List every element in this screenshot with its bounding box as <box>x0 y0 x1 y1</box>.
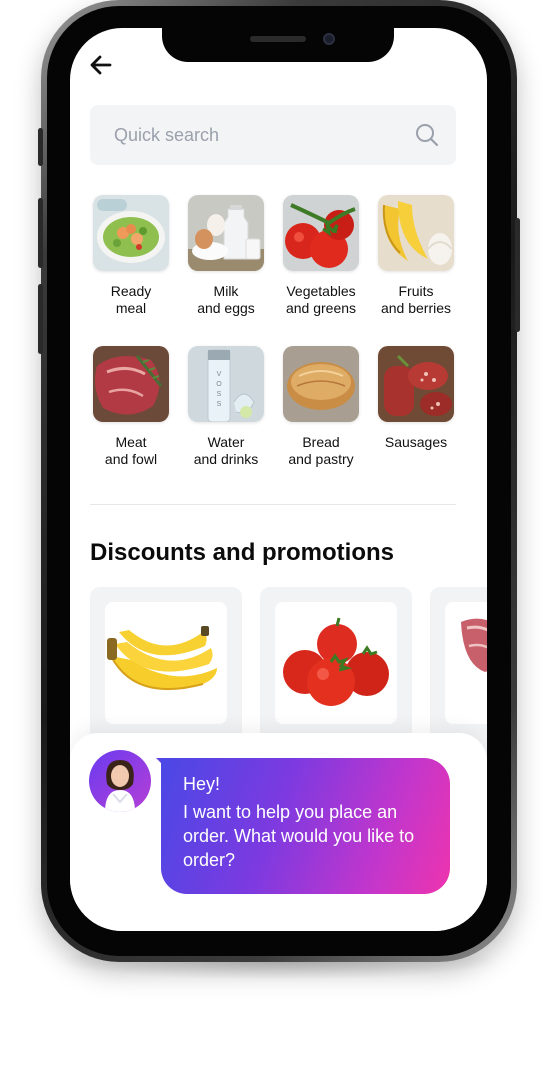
milk-eggs-image <box>188 195 264 271</box>
assistant-message-text: I want to help you place an order. What … <box>183 802 415 870</box>
salami-image <box>378 346 454 422</box>
category-meat[interactable]: Meat and fowl <box>88 346 174 468</box>
camera-icon <box>323 33 335 45</box>
salad-bowl-image <box>93 195 169 271</box>
raw-meat-image <box>93 346 169 422</box>
category-label: Milk and eggs <box>197 283 255 316</box>
category-label: Meat and fowl <box>104 434 158 467</box>
assistant-message-bubble: Hey! I want to help you place an order. … <box>161 758 450 894</box>
meat-image <box>445 602 487 724</box>
svg-text:V: V <box>217 371 222 378</box>
bread-loaf-image <box>283 346 359 422</box>
back-button[interactable] <box>88 52 114 78</box>
search-bar[interactable] <box>90 105 456 165</box>
category-label: Bread and pastry <box>288 434 354 467</box>
svg-text:O: O <box>216 381 222 388</box>
promo-card[interactable] <box>430 587 487 757</box>
category-bread[interactable]: Bread and pastry <box>278 346 364 468</box>
bananas-image <box>105 602 227 724</box>
category-ready-meal[interactable]: Ready meal <box>88 195 174 317</box>
category-fruits[interactable]: Fruits and berries <box>373 195 459 317</box>
tomatoes-image <box>275 602 397 724</box>
search-input[interactable] <box>114 105 404 165</box>
category-sausages[interactable]: Sausages <box>373 346 459 451</box>
app-screen: Ready meal Milk and eggs <box>70 28 487 931</box>
bananas-image <box>378 195 454 271</box>
search-icon[interactable] <box>414 122 440 148</box>
category-label: Vegetables and greens <box>285 283 357 316</box>
speaker-grille <box>250 36 306 42</box>
volume-down-button <box>38 284 43 354</box>
category-vegetables[interactable]: Vegetables and greens <box>278 195 364 317</box>
tomatoes-image <box>283 195 359 271</box>
arrow-left-icon <box>90 55 112 75</box>
assistant-avatar[interactable] <box>89 750 151 812</box>
category-water[interactable]: V O S S Water and drinks <box>183 346 269 468</box>
category-label: Sausages <box>384 434 448 450</box>
volume-up-button <box>38 198 43 268</box>
water-bottle-image: V O S S <box>188 346 264 422</box>
assistant-greeting: Hey! <box>183 774 221 794</box>
svg-text:S: S <box>217 401 222 408</box>
category-milk-eggs[interactable]: Milk and eggs <box>183 195 269 317</box>
svg-text:S: S <box>217 391 222 398</box>
category-label: Fruits and berries <box>380 283 452 316</box>
section-title: Discounts and promotions <box>90 539 395 566</box>
phone-notch <box>162 28 394 62</box>
power-button <box>515 218 520 332</box>
promo-card[interactable] <box>90 587 242 757</box>
promo-card[interactable] <box>260 587 412 757</box>
mute-switch <box>38 128 43 166</box>
category-label: Water and drinks <box>193 434 259 467</box>
divider <box>90 504 456 505</box>
category-label: Ready meal <box>110 283 152 316</box>
